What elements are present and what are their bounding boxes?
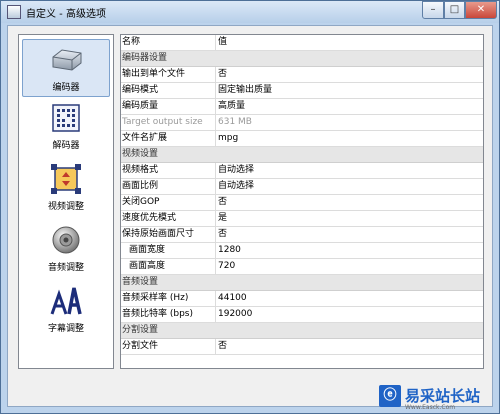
table-row[interactable]: 音频采样率 (Hz) 44100 [121,291,483,307]
sidebar-item-decoder[interactable]: 解码器 [22,98,110,156]
section-header: 视频设置 [121,147,483,163]
watermark-text: 易采站长站 [405,387,481,405]
row-value[interactable]: mpg [215,131,478,146]
row-value[interactable]: 720 [215,259,478,274]
row-name: 音频设置 [122,277,159,287]
row-value[interactable]: 是 [215,211,478,226]
maximize-button[interactable]: □ [444,1,465,19]
window-title: 自定义 - 高级选项 [26,9,106,20]
row-value[interactable]: 固定输出质量 [215,83,478,98]
minimize-button[interactable]: – [422,1,444,19]
column-header-value: 值 [215,35,478,50]
table-row[interactable]: 输出到单个文件 否 [121,67,483,83]
row-value[interactable]: 否 [215,67,478,82]
row-name: 音频采样率 (Hz) [122,293,189,303]
row-name: Target output size [122,117,203,127]
table-row[interactable]: 分割文件 否 [121,339,483,355]
row-value[interactable]: 高质量 [215,99,478,114]
close-button[interactable]: ✕ [465,1,497,19]
sidebar-item-video-adjust[interactable]: 视频调整 [22,159,110,217]
table-header: 名称 值 [121,35,483,51]
table-row[interactable]: 速度优先模式 是 [121,211,483,227]
row-name: 关闭GOP [122,197,160,207]
sidebar-item-audio-adjust[interactable]: 音频调整 [22,220,110,278]
watermark-subtext: Www.Easck.Com [405,404,456,411]
table-row[interactable]: 视频格式 自动选择 [121,163,483,179]
row-value[interactable]: 1280 [215,243,478,258]
table-row[interactable]: Target output size 631 MB [121,115,483,131]
sidebar-item-subtitle-adjust[interactable]: 字幕调整 [22,281,110,339]
row-value: 631 MB [215,115,478,130]
watermark-logo-icon: ⓔ [379,385,401,407]
app-window: 自定义 - 高级选项 – □ ✕ 编码器 解码器 视频调整 音频调整 字幕调整 … [0,0,500,414]
property-grid: 名称 值 编码器设置 输出到单个文件否编码模式 固定输出质量 编码质量 高质量 Targe… [120,34,484,369]
section-header: 编码器设置 [121,51,483,67]
row-name: 画面高度 [129,261,166,271]
sidebar-item-label: 编码器 [52,83,80,93]
row-value[interactable]: 否 [215,339,478,354]
row-value[interactable]: 否 [215,195,478,210]
table-row[interactable]: 关闭GOP 否 [121,195,483,211]
video-adjust-icon [51,164,81,194]
sidebar-item-encoder[interactable]: 编码器 [22,39,110,97]
row-name: 视频格式 [122,165,159,175]
title-bar[interactable]: 自定义 - 高级选项 – □ ✕ [1,1,499,23]
row-name: 编码器设置 [122,53,168,63]
sidebar-item-label: 字幕调整 [47,324,84,334]
table-row[interactable]: 画面高度 720 [121,259,483,275]
section-header: 音频设置 [121,275,483,291]
row-name: 分割文件 [122,341,159,351]
category-sidebar: 编码器 解码器 视频调整 音频调整 字幕调整 [18,34,114,369]
table-row[interactable]: 保持原始画面尺寸 否 [121,227,483,243]
row-name: 文件名扩展 [122,133,168,143]
dialog-client-area: 编码器 解码器 视频调整 音频调整 字幕调整 名称 值 编码器设置 输出到单个文… [7,25,493,407]
row-name: 画面宽度 [129,245,166,255]
table-row[interactable]: 画面比例 自动选择 [121,179,483,195]
row-name: 分割设置 [122,325,159,335]
row-name: 输出到单个文件 [122,69,186,79]
row-value[interactable]: 自动选择 [215,179,478,194]
row-name: 速度优先模式 [122,213,177,223]
section-header: 分割设置 [121,323,483,339]
watermark: ⓔ 易采站长站 Www.Easck.Com [379,385,499,413]
row-name: 保持原始画面尺寸 [122,229,195,239]
row-value[interactable]: 192000 [215,307,478,322]
subtitle-icon [50,287,82,315]
row-name: 音频比特率 (bps) [122,309,193,319]
row-value[interactable]: 自动选择 [215,163,478,178]
table-row[interactable]: 音频比特率 (bps) 192000 [121,307,483,323]
column-header-name: 名称 [122,37,141,47]
sidebar-item-label: 视频调整 [47,202,84,212]
row-name: 编码质量 [122,101,159,111]
table-row[interactable]: 编码模式 固定输出质量 [121,83,483,99]
row-name: 视频设置 [122,149,159,159]
decoder-chip-icon [52,104,80,132]
sidebar-item-label: 解码器 [52,141,80,151]
encoder-drive-icon [52,49,82,71]
table-row[interactable]: 编码质量 高质量 [121,99,483,115]
sidebar-item-label: 音频调整 [47,263,84,273]
row-value[interactable]: 否 [215,227,478,242]
row-name: 画面比例 [122,181,159,191]
row-name: 编码模式 [122,85,159,95]
row-value[interactable]: 44100 [215,291,478,306]
speaker-icon [52,226,80,254]
table-row[interactable]: 画面宽度 1280 [121,243,483,259]
table-row[interactable]: 文件名扩展 mpg [121,131,483,147]
app-icon [7,5,21,19]
